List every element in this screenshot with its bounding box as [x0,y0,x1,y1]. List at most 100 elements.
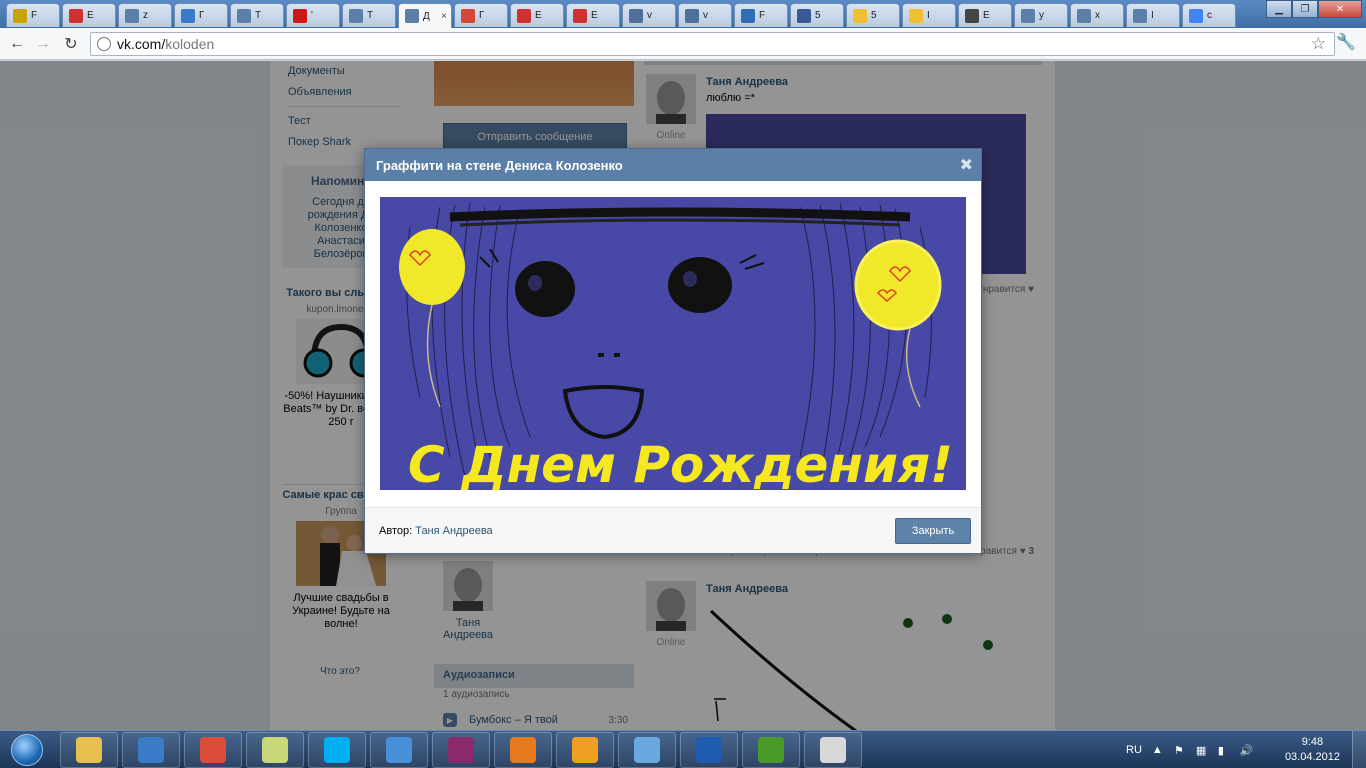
volume-icon[interactable]: 🔊 [1240,744,1254,757]
word-icon [696,737,722,763]
tab-favicon-icon [461,8,475,23]
browser-tab[interactable]: v [622,3,676,27]
taskbar-app-notes[interactable] [246,732,304,768]
browser-tab[interactable]: E [62,3,116,27]
taskbar-app-winrar[interactable] [432,732,490,768]
system-clock[interactable]: 9:48 03.04.2012 [1285,735,1340,765]
taskbar-app-chrome[interactable] [184,732,242,768]
close-dialog-button[interactable]: Закрыть [895,518,971,544]
taskbar-app-office[interactable] [494,732,552,768]
graffiti-image[interactable]: С Днем Рождения! [380,197,966,490]
browser-tab[interactable]: E [958,3,1012,27]
vk-page: Документы Объявления Тест Покер Shark На… [0,61,1366,730]
tab-title: T [367,10,374,21]
forward-button[interactable]: → [32,33,54,55]
tab-title: I [927,10,930,21]
taskbar-app-paint[interactable] [618,732,676,768]
author-line: Автор: Таня Андреева [379,525,493,537]
browser-tab[interactable]: F [6,3,60,27]
bookmark-star-icon[interactable]: ☆ [1311,34,1326,54]
browser-tab[interactable]: 5 [790,3,844,27]
browser-tab[interactable]: c [1182,3,1236,27]
taskbar-app-media-player[interactable] [556,732,614,768]
close-window-button[interactable]: ✕ [1318,0,1362,18]
tab-close-icon[interactable]: × [441,11,447,22]
paint-icon [634,737,660,763]
minimize-button[interactable]: ▁ [1266,0,1292,18]
browser-tab[interactable]: 5 [846,3,900,27]
tab-favicon-icon [685,8,699,23]
browser-tab[interactable]: x [1070,3,1124,27]
reload-button[interactable]: ↻ [60,33,82,55]
wrench-menu-icon[interactable]: 🔧 [1336,32,1356,52]
taskbar-app-utorrent[interactable] [742,732,800,768]
flag-icon[interactable]: ⚑ [1174,744,1186,757]
graffiti-drawing: С Днем Рождения! [380,197,966,490]
window-controls: ▁ ❐ ✕ [1266,0,1362,18]
tab-favicon-icon [853,8,867,23]
tab-favicon-icon [573,8,587,23]
tray-arrow-icon[interactable]: ▲ [1152,744,1164,756]
browser-tab[interactable]: I [1126,3,1180,27]
tab-favicon-icon [741,8,755,23]
tab-title: E [983,10,990,21]
graffiti-greeting-text: С Днем Рождения! [408,436,953,490]
tab-title: F [759,10,766,21]
browser-tab[interactable]: Д × [398,3,452,28]
tab-title: x [1095,10,1100,21]
browser-tab[interactable]: I [902,3,956,27]
tab-title: Д [423,10,430,22]
address-bar[interactable]: vk.com/koloden ☆ [90,32,1335,56]
browser-tab[interactable]: T [342,3,396,27]
browser-tab[interactable]: F [734,3,788,27]
tab-favicon-icon [69,8,83,23]
language-indicator[interactable]: RU [1126,744,1142,756]
tab-title: v [703,10,708,21]
taskbar-app-skype[interactable] [308,732,366,768]
taskbar-app-screenshot-tool[interactable] [122,732,180,768]
office-icon [510,737,536,763]
taskbar-app-safari[interactable] [370,732,428,768]
tab-title: I [1151,10,1154,21]
back-button[interactable]: ← [6,33,28,55]
browser-tab[interactable]: ' [286,3,340,27]
graffiti-dialog: Граффити на стене Дениса Колозенко ✖ С Д… [364,148,982,554]
tab-favicon-icon [1021,8,1035,23]
taskbar-app-explorer[interactable] [60,732,118,768]
start-button[interactable] [4,733,50,767]
dialog-header: Граффити на стене Дениса Колозенко ✖ [365,149,981,181]
tab-title: E [591,10,598,21]
close-icon[interactable]: ✖ [960,155,973,175]
browser-toolbar: ← → ↻ vk.com/koloden ☆ 🔧 [0,28,1366,60]
globe-icon [97,37,111,51]
browser-tab[interactable]: T [230,3,284,27]
battery-icon[interactable]: ▮ [1218,744,1230,757]
arrow-right-icon: → [35,35,51,52]
tab-favicon-icon [125,8,139,23]
tab-favicon-icon [405,9,419,23]
taskbar-app-solitaire[interactable] [804,732,862,768]
show-desktop-button[interactable] [1352,731,1366,768]
browser-tab[interactable]: E [566,3,620,27]
browser-tab[interactable]: Г [174,3,228,27]
dialog-title: Граффити на стене Дениса Колозенко [376,158,623,173]
arrow-left-icon: ← [9,35,25,52]
solitaire-icon [820,737,846,763]
author-link[interactable]: Таня Андреева [415,525,492,537]
browser-tab[interactable]: y [1014,3,1068,27]
tab-favicon-icon [1077,8,1091,23]
browser-tab[interactable]: z [118,3,172,27]
tab-favicon-icon [181,8,195,23]
tab-favicon-icon [1189,8,1203,23]
tab-favicon-icon [909,8,923,23]
browser-tab[interactable]: v [678,3,732,27]
maximize-button[interactable]: ❐ [1292,0,1318,18]
taskbar-app-word[interactable] [680,732,738,768]
browser-tab[interactable]: Г [454,3,508,27]
tab-title: ' [311,10,313,21]
tab-favicon-icon [1133,8,1147,23]
tab-favicon-icon [797,8,811,23]
browser-tab[interactable]: E [510,3,564,27]
network-icon[interactable]: ▦ [1196,744,1208,757]
tab-favicon-icon [349,8,363,23]
